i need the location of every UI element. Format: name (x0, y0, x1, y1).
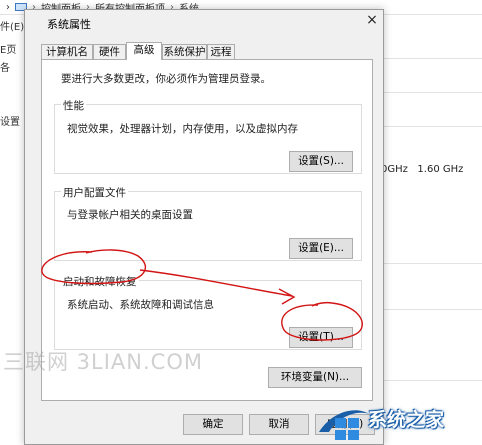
ok-button[interactable]: 确定 (183, 414, 243, 435)
startup-recovery-settings-button[interactable]: 设置(T)... (289, 327, 353, 348)
divider (382, 263, 482, 264)
sidebar-item-home[interactable]: E页 (0, 45, 20, 63)
tab-system-protection[interactable]: 系统保护 (162, 44, 207, 59)
logo-tile (335, 430, 346, 440)
divider (382, 126, 482, 127)
admin-note: 要进行大多数更改，你必须作为管理员登录。 (61, 73, 271, 85)
environment-variables-button[interactable]: 环境变量(N)... (268, 367, 362, 388)
logo-tile (348, 418, 359, 428)
performance-settings-button[interactable]: 设置(S)... (289, 151, 353, 172)
performance-title: 性能 (61, 98, 86, 113)
watermark-logo-text: 系统之家 (368, 409, 445, 431)
divider (382, 380, 482, 381)
tab-hardware[interactable]: 硬件 (93, 44, 126, 59)
startup-recovery-group: 启动和故障恢复 系统启动、系统故障和调试信息 设置(T)... (54, 274, 362, 350)
user-profiles-description: 与登录帐户相关的桌面设置 (67, 209, 193, 221)
tab-computer-name[interactable]: 计算机名 (41, 44, 93, 59)
divider (382, 309, 482, 310)
sidebar-item-3[interactable] (0, 81, 20, 99)
divider (382, 58, 482, 59)
divider (382, 92, 482, 93)
cancel-button[interactable]: 取消 (249, 414, 309, 435)
sidebar-item-4[interactable] (0, 99, 20, 117)
performance-group: 性能 视觉效果，处理器计划，内存使用，以及虚拟内存 设置(S)... (54, 98, 362, 174)
startup-recovery-description: 系统启动、系统故障和调试信息 (67, 299, 214, 311)
arrow-right-icon: › (6, 1, 10, 13)
sidebar-item-2[interactable]: 各 (0, 63, 20, 81)
dialog-title: 系统属性 (47, 18, 91, 31)
tab-advanced[interactable]: 高级 (126, 42, 162, 60)
tab-remote[interactable]: 远程 (207, 44, 235, 59)
startup-recovery-title: 启动和故障恢复 (61, 274, 139, 289)
processor-speed: 0GHz 1.60 GHz (381, 164, 464, 175)
watermark-3lian: 三联网 3LIAN.COM (3, 350, 203, 374)
sidebar: E页 各 设置 (0, 45, 20, 135)
sidebar-item-settings[interactable]: 设置 (0, 117, 20, 135)
user-profiles-settings-button[interactable]: 设置(E)... (289, 238, 353, 259)
user-profiles-group: 用户配置文件 与登录帐户相关的桌面设置 设置(E)... (54, 185, 362, 261)
performance-description: 视觉效果，处理器计划，内存使用，以及虚拟内存 (67, 123, 298, 135)
system-properties-dialog: 系统属性 × 计算机名 硬件 高级 系统保护 远程 要进行大多数更改，你必须作为… (24, 9, 384, 445)
logo-tile (335, 418, 346, 428)
menu-item-edit[interactable]: 件(E) (0, 18, 24, 33)
user-profiles-title: 用户配置文件 (61, 185, 128, 200)
logo-tile (348, 430, 359, 440)
close-icon[interactable]: × (365, 13, 379, 27)
